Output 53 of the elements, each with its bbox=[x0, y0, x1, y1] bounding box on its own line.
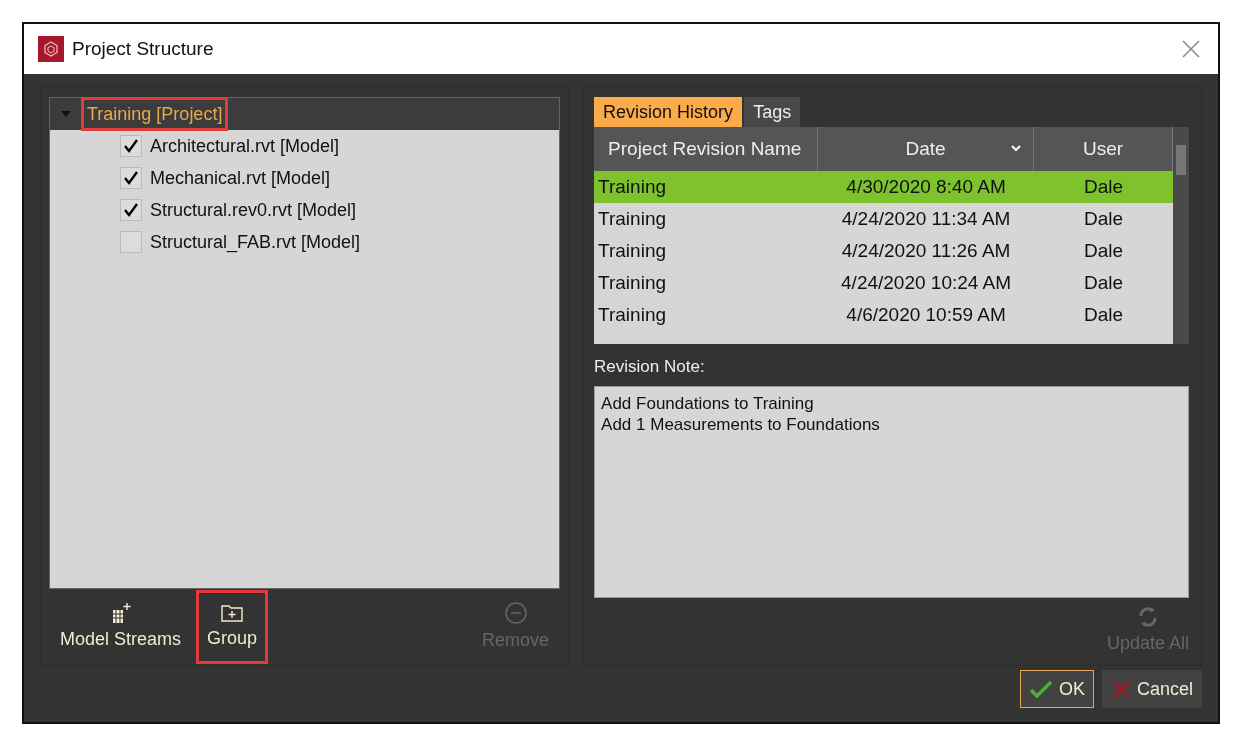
chevron-down-icon[interactable] bbox=[1011, 145, 1022, 152]
checkbox[interactable] bbox=[120, 199, 142, 221]
table-row[interactable]: Training 4/24/2020 11:34 AM Dale bbox=[594, 203, 1173, 235]
table-cell-text: Dale bbox=[1083, 270, 1125, 295]
cancel-button[interactable]: Cancel bbox=[1101, 670, 1202, 708]
tree-item-label[interactable]: Mechanical.rvt [Model] bbox=[150, 164, 331, 192]
window-title: Project Structure bbox=[72, 36, 214, 61]
table-cell-text: Training bbox=[597, 238, 668, 263]
close-icon[interactable] bbox=[1182, 40, 1200, 58]
group-button[interactable]: Group bbox=[196, 590, 269, 664]
folder-plus-icon bbox=[220, 602, 245, 623]
table-cell-text: Dale bbox=[1083, 206, 1125, 231]
table-cell-text: 4/24/2020 11:34 AM bbox=[840, 206, 1012, 231]
ok-button[interactable]: OK bbox=[1019, 670, 1094, 708]
checkbox[interactable] bbox=[120, 231, 142, 253]
table-row[interactable]: Training 4/6/2020 10:59 AM Dale bbox=[594, 299, 1173, 331]
revision-note-field[interactable]: Add Foundations to Training Add 1 Measurements to Foundations bbox=[594, 385, 1189, 598]
table-cell-text: 4/6/2020 10:59 AM bbox=[845, 302, 1007, 327]
table-cell-text: Training bbox=[597, 270, 668, 295]
tree-item-label[interactable]: Structural.rev0.rvt [Model] bbox=[150, 196, 357, 224]
tree-header-row[interactable]: Training [Project] bbox=[50, 98, 560, 130]
checkbox[interactable] bbox=[120, 135, 142, 157]
tree-root-label[interactable]: Training [Project] bbox=[84, 100, 226, 128]
building-plus-icon bbox=[110, 601, 131, 624]
minus-circle-icon bbox=[503, 600, 528, 625]
checkmark-icon bbox=[1028, 679, 1053, 699]
table-row[interactable]: Training 4/24/2020 11:26 AM Dale bbox=[594, 235, 1173, 267]
note-line: Add Foundations to Training bbox=[601, 392, 815, 414]
table-cell-text: Dale bbox=[1083, 174, 1125, 199]
table-row[interactable]: Training 4/30/2020 8:40 AM Dale bbox=[594, 171, 1173, 203]
table-cell-text: 4/30/2020 8:40 AM bbox=[845, 174, 1007, 199]
table-cell-text: 4/24/2020 11:26 AM bbox=[840, 238, 1012, 263]
checkbox[interactable] bbox=[120, 167, 142, 189]
note-line: Add 1 Measurements to Foundations bbox=[601, 413, 881, 435]
table-row[interactable]: Training 4/24/2020 10:24 AM Dale bbox=[594, 267, 1173, 299]
app-logo-icon bbox=[38, 36, 64, 62]
table-cell-text: 4/24/2020 10:24 AM bbox=[840, 270, 1013, 295]
table-cell-text: Dale bbox=[1083, 302, 1125, 327]
table-cell-text: Training bbox=[597, 206, 668, 231]
table-cell-text: Dale bbox=[1083, 238, 1125, 263]
revision-note-label: Revision Note: bbox=[594, 356, 706, 378]
check-icon bbox=[123, 138, 139, 154]
check-icon bbox=[123, 202, 139, 218]
tree-item-label[interactable]: Architectural.rvt [Model] bbox=[150, 132, 340, 160]
tab[interactable]: Revision History bbox=[594, 97, 743, 127]
scrollbar[interactable] bbox=[1173, 127, 1189, 344]
table-cell-text: Training bbox=[597, 174, 668, 199]
tab[interactable]: Tags bbox=[744, 97, 801, 127]
model-streams-button[interactable]: Model Streams bbox=[49, 590, 193, 664]
tree-item-label[interactable]: Structural_FAB.rvt [Model] bbox=[150, 228, 361, 256]
x-icon bbox=[1110, 679, 1131, 699]
check-icon bbox=[123, 170, 139, 186]
table-cell-text: Training bbox=[597, 302, 668, 327]
